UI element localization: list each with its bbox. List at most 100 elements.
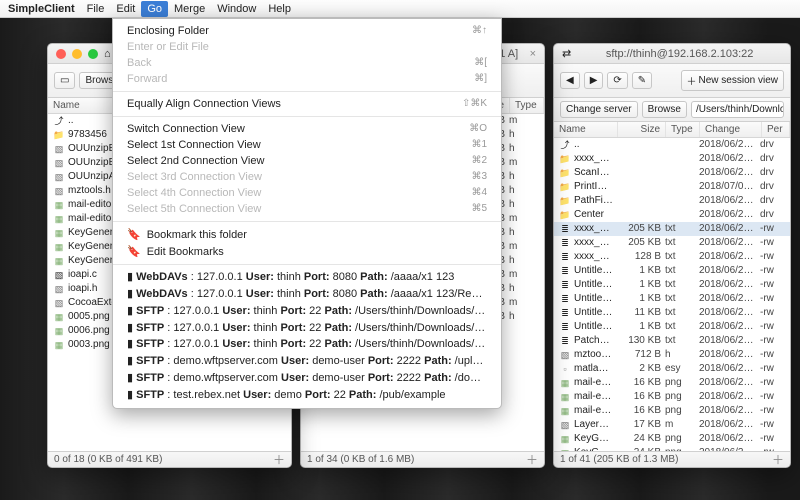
col-size[interactable]: Size [618, 122, 666, 137]
file-type: txt [661, 306, 695, 320]
table-row[interactable]: 📁xxxx_D A2018/06/2…drv [554, 152, 790, 166]
file-name: PathFinder [574, 194, 613, 208]
bookmark-item[interactable]: ▮ SFTP : 127.0.0.1 User: thinh Port: 22 … [113, 320, 501, 337]
table-row[interactable]: ≣Untitled_2 2.txt1 KBtxt2018/06/2…-rw [554, 292, 790, 306]
table-row[interactable]: ▦mail-editor 1.png16 KBpng2018/06/2…-rw [554, 404, 790, 418]
file-type: txt [661, 236, 695, 250]
close-tab-icon[interactable]: × [530, 48, 536, 60]
status-text: 1 of 41 (205 KB of 1.3 MB) [560, 454, 678, 465]
file-change: 2018/06/2… [695, 222, 757, 236]
table-row[interactable]: 📁Center2018/06/2…drv [554, 208, 790, 222]
forward-button[interactable]: ▶ [584, 72, 604, 89]
table-row[interactable]: ▫matlab.esy2 KBesy2018/06/2…-rw [554, 362, 790, 376]
menu-item[interactable]: 🔖Bookmark this folder [113, 226, 501, 243]
file-size: 2 KB [613, 362, 661, 376]
menu-go[interactable]: Go [141, 1, 168, 17]
file-type: m [505, 240, 539, 254]
m-icon: ▧ [53, 156, 65, 170]
menu-item-label: Enclosing Folder [127, 25, 209, 37]
file-size: 16 KB [613, 376, 661, 390]
minimize-icon[interactable] [72, 49, 82, 59]
menubar: SimpleClient File Edit Go Merge Window H… [0, 0, 800, 18]
shortcut: ⌘1 [471, 139, 487, 151]
file-perm: -rw [757, 390, 785, 404]
table-row[interactable]: 📁PathFinder2018/06/2…drv [554, 194, 790, 208]
add-icon[interactable]: ＋ [526, 451, 538, 468]
menu-file[interactable]: File [87, 3, 105, 15]
txt-icon: ≣ [559, 250, 571, 264]
file-name: PrintImage [574, 180, 613, 194]
menu-help[interactable]: Help [268, 3, 291, 15]
table-row[interactable]: ≣xxxx_4_ A.txt.txt128 Btxt2018/06/2…-rw [554, 250, 790, 264]
table-row[interactable]: ▦KeyGeneratorSmall.png24 KBpng2018/06/2…… [554, 432, 790, 446]
table-row[interactable]: ≣Untitled_2.txt1 KBtxt2018/06/2…-rw [554, 278, 790, 292]
menu-item[interactable]: Equally Align Connection Views⇧⌘K [113, 96, 501, 112]
menu-item[interactable]: 🔖Edit Bookmarks [113, 243, 501, 260]
reload-button[interactable]: ⟳ [607, 72, 627, 89]
file-type: h [505, 128, 539, 142]
table-row[interactable]: ≣Untitled 1.txt1 KBtxt2018/06/2…-rw [554, 320, 790, 334]
shortcut: ⌘3 [471, 171, 487, 183]
file-change: 2018/06/2… [695, 432, 757, 446]
file-perm: -rw [757, 264, 785, 278]
table-row[interactable]: 📁PrintImage2018/07/0…drv [554, 180, 790, 194]
menu-item[interactable]: Select 2nd Connection View⌘2 [113, 153, 501, 169]
col-name[interactable]: Name [554, 122, 618, 137]
file-perm: -rw [757, 320, 785, 334]
bookmark-item[interactable]: ▮ WebDAVs : 127.0.0.1 User: thinh Port: … [113, 269, 501, 286]
file-list-right[interactable]: ⤴..2018/06/2…drv📁xxxx_D A2018/06/2…drv📁S… [554, 138, 790, 451]
menu-item[interactable]: Select 1st Connection View⌘1 [113, 137, 501, 153]
col-change[interactable]: Change [700, 122, 762, 137]
new-session-label: New session view [699, 75, 778, 86]
zoom-icon[interactable] [88, 49, 98, 59]
bookmark-item[interactable]: ▮ SFTP : 127.0.0.1 User: thinh Port: 22 … [113, 336, 501, 353]
view-toggle[interactable]: ▭ [54, 72, 75, 89]
table-row[interactable]: ≣Untitled_3.txt1 KBtxt2018/06/2…-rw [554, 264, 790, 278]
col-perm[interactable]: Per [762, 122, 790, 137]
table-row[interactable]: ≣xxxx_6 A.pdf.txt205 KBtxt2018/06/2…-rw [554, 222, 790, 236]
bookmark-item[interactable]: ▮ WebDAVs : 127.0.0.1 User: thinh Port: … [113, 286, 501, 303]
menu-merge[interactable]: Merge [174, 3, 205, 15]
menu-item[interactable]: Switch Connection View⌘O [113, 121, 501, 137]
add-icon[interactable]: ＋ [772, 451, 784, 468]
file-perm: -rw [757, 278, 785, 292]
browse-button[interactable]: Browse [642, 101, 687, 118]
table-row[interactable]: 📁ScanImage2018/06/2…drv [554, 166, 790, 180]
columns-header[interactable]: Name Size Type Change Per [554, 122, 790, 138]
file-type: m [505, 296, 539, 310]
shortcut: ⌘[ [474, 57, 487, 69]
add-icon[interactable]: ＋ [273, 451, 285, 468]
file-perm: -rw [757, 432, 785, 446]
col-type[interactable]: Type [666, 122, 700, 137]
file-size: 712 B [613, 348, 661, 362]
col-type[interactable]: Type [510, 98, 544, 113]
file-name: .. [574, 138, 613, 152]
tool-button[interactable]: ✎ [632, 72, 652, 89]
h-icon: ▧ [559, 348, 571, 362]
menu-item[interactable]: Enclosing Folder⌘↑ [113, 23, 501, 39]
bookmark-item[interactable]: ▮ SFTP : test.rebex.net User: demo Port:… [113, 387, 501, 404]
file-perm: drv [757, 208, 785, 222]
table-row[interactable]: ▧LayerTable 1.m17 KBm2018/06/2…-rw [554, 418, 790, 432]
menu-item-label: Select 5th Connection View [127, 203, 261, 215]
bookmark-item[interactable]: ▮ SFTP : 127.0.0.1 User: thinh Port: 22 … [113, 303, 501, 320]
table-row[interactable]: ▦mail-editor.png16 KBpng2018/06/2…-rw [554, 376, 790, 390]
file-size: 128 B [613, 250, 661, 264]
close-icon[interactable] [56, 49, 66, 59]
back-button[interactable]: ◀ [560, 72, 580, 89]
menu-edit[interactable]: Edit [116, 3, 135, 15]
bookmark-item[interactable]: ▮ SFTP : demo.wftpserver.com User: demo-… [113, 370, 501, 387]
table-row[interactable]: ⤴..2018/06/2…drv [554, 138, 790, 152]
remote-icon: ⇄ [562, 47, 571, 60]
menu-item-label: Back [127, 57, 151, 69]
new-session-button[interactable]: ＋ New session view [681, 70, 784, 91]
table-row[interactable]: ▦mail-editor 10.png16 KBpng2018/06/2…-rw [554, 390, 790, 404]
table-row[interactable]: ≣Untitled_2 1.txt11 KBtxt2018/06/2…-rw [554, 306, 790, 320]
path-field[interactable]: /Users/thinh/Downloads/f/0009/Untitled/x… [691, 101, 784, 118]
change-server-button[interactable]: Change server [560, 101, 638, 118]
menu-window[interactable]: Window [217, 3, 256, 15]
table-row[interactable]: ≣Patch_20180422_104454t…130 KBtxt2018/06… [554, 334, 790, 348]
bookmark-item[interactable]: ▮ SFTP : demo.wftpserver.com User: demo-… [113, 353, 501, 370]
table-row[interactable]: ≣xxxx_6 A.pdf 1.txt205 KBtxt2018/06/2…-r… [554, 236, 790, 250]
table-row[interactable]: ▧mztools.h712 Bh2018/06/2…-rw [554, 348, 790, 362]
